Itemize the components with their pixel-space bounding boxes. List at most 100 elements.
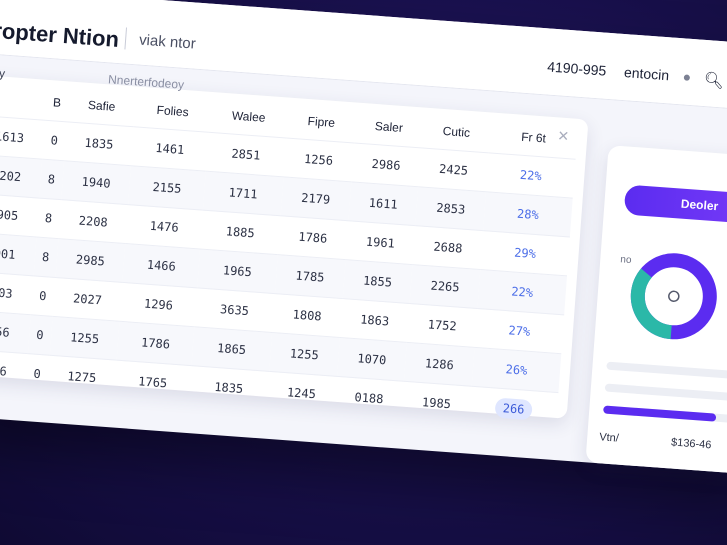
table-cell: 2425 (418, 147, 489, 192)
table-cell: 29% (480, 230, 570, 276)
table-body: 1613 0 1835 1461 2851 1256 2986 2425 22% 1202 8 194… (0, 115, 576, 432)
summary-action-button[interactable]: Deoler (623, 184, 727, 226)
progress-bar-3-fill (603, 405, 716, 422)
donut-chart (625, 247, 723, 345)
table-cell: 0 (30, 275, 56, 317)
table-cell: 2688 (412, 225, 484, 270)
table-cell: 1275 (46, 355, 118, 399)
table-cell: 22% (477, 269, 568, 315)
column-header[interactable]: B (45, 84, 70, 122)
column-header[interactable]: Fipre (286, 102, 356, 143)
table-cell: 2851 (205, 132, 287, 177)
percent-badge: 22% (519, 167, 543, 184)
progress-bar-1 (606, 361, 727, 381)
table-cell: 2208 (58, 199, 129, 244)
donut-center-icon (668, 290, 680, 303)
table-cell: 1765 (114, 360, 192, 405)
column-header[interactable]: Folies (134, 90, 211, 132)
table-cell: 0188 (333, 376, 405, 420)
table-cell: 266 (468, 386, 559, 432)
table-cell: 1001 (0, 231, 37, 276)
table-cell: 1476 (125, 204, 203, 249)
table-cell: 1855 (342, 259, 413, 304)
table-cell: 1286 (0, 348, 28, 393)
filter-label: by (0, 65, 6, 81)
percent-badge: 266 (494, 397, 534, 421)
table-cell: 22% (485, 152, 576, 199)
summary-footer-value: $136-46 (670, 436, 712, 452)
summary-panel: Deoler no Vtn/ $136-46 (585, 145, 727, 476)
table-cell: 1255 (269, 332, 340, 377)
scene: ropter Ntion viak ntor 4190-995 entocin … (0, 0, 727, 545)
table-cell: 2853 (415, 186, 486, 231)
table-cell: 27% (474, 308, 565, 354)
app-title: ropter Ntion (0, 17, 120, 52)
table-cell: 1245 (266, 371, 337, 415)
table-cell: 1286 (404, 342, 475, 387)
table-cell: 1786 (277, 215, 349, 260)
table-cell: 0 (27, 314, 53, 356)
table-cell: 8 (39, 159, 64, 200)
column-header[interactable]: Saler (354, 107, 424, 148)
table-cell: 1613 (0, 115, 45, 160)
table-cell: 0 (41, 120, 67, 161)
table-cell: 1202 (0, 154, 42, 199)
table-cell: 2265 (409, 264, 481, 309)
table-cell: 2986 (350, 142, 422, 187)
table-cell: 26% (471, 347, 562, 393)
table-cell: 1865 (191, 326, 272, 372)
percent-badge: 28% (516, 206, 540, 223)
app-window: ropter Ntion viak ntor 4190-995 entocin … (0, 0, 727, 476)
table-cell: 1965 (197, 248, 278, 294)
percent-badge: 22% (510, 284, 534, 300)
app-subtitle: viak ntor (138, 31, 197, 53)
progress-bar-3 (603, 405, 727, 425)
table-cell: 1255 (49, 316, 120, 361)
table-cell: 1556 (0, 309, 31, 354)
table-cell: 1808 (271, 293, 343, 338)
summary-footer-label: Vtn/ (598, 431, 620, 445)
table-cell: 1296 (119, 282, 198, 327)
table-cell: 2103 (0, 270, 34, 315)
table-cell: 1752 (407, 303, 478, 348)
status-dot-icon (683, 74, 691, 81)
column-header[interactable] (0, 79, 47, 120)
table-cell: 1070 (336, 337, 408, 382)
table-cell: 8 (36, 198, 61, 239)
table-cell: 1711 (202, 171, 284, 216)
column-header[interactable]: Fr 6t (489, 116, 578, 159)
table-cell: 1985 (401, 381, 472, 425)
table-cell: 2027 (52, 277, 123, 322)
table-cell: 1835 (63, 121, 135, 166)
column-header[interactable]: Safie (67, 85, 137, 126)
percent-badge: 26% (505, 362, 528, 378)
search-icon[interactable]: 🔍︎ (703, 70, 725, 91)
table-cell: 8 (33, 236, 59, 278)
table-cell: 1785 (274, 254, 346, 299)
table-cell: 3635 (194, 287, 275, 333)
table-cell: 1461 (131, 126, 209, 172)
title-divider (124, 27, 128, 50)
table-cell: 2985 (55, 238, 126, 283)
data-table-card: by Nnerterfodeoy ✕ B Safie Folies Walee Fipr… (0, 66, 589, 432)
table-cell: 2155 (128, 165, 206, 211)
table-cell: 1786 (117, 321, 195, 366)
data-table: B Safie Folies Walee Fipre Saler Cutic Fr 6t 16… (0, 79, 578, 432)
table-cell: 1256 (283, 137, 354, 182)
table-cell: 1961 (345, 220, 416, 265)
header-number: 4190-995 (546, 58, 607, 79)
table-cell: 1611 (348, 181, 419, 226)
percent-badge: 27% (508, 323, 531, 339)
table-cell: 2179 (280, 176, 351, 221)
table-cell: 1863 (339, 298, 410, 343)
table-cell: 1466 (122, 243, 200, 288)
table-cell: 1940 (60, 160, 132, 205)
table-cell: 0 (24, 353, 50, 394)
column-header[interactable]: Cutic (421, 112, 491, 153)
column-header[interactable]: Walee (208, 96, 288, 138)
table-cell: 1885 (199, 210, 281, 255)
table-cell: 1835 (188, 365, 270, 410)
header-text[interactable]: entocin (624, 64, 670, 83)
percent-badge: 29% (513, 245, 537, 262)
donut-svg (630, 253, 717, 340)
